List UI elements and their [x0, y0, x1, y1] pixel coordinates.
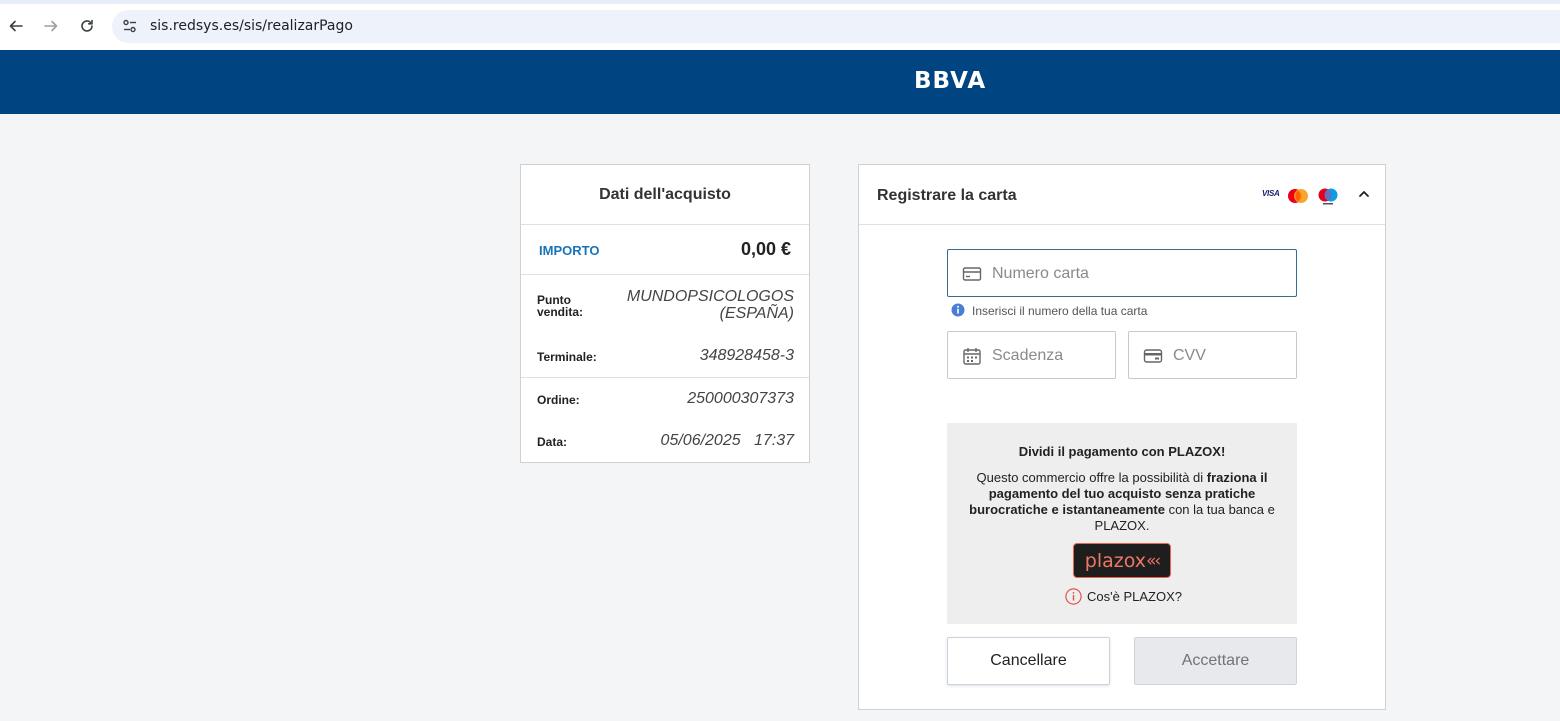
plazox-chevrons-icon: «‹ — [1146, 550, 1161, 571]
plazox-logo-text: plazox — [1084, 549, 1147, 572]
expiry-field[interactable] — [947, 331, 1116, 379]
card-number-field[interactable] — [947, 249, 1297, 297]
info-icon — [951, 303, 965, 317]
card-number-hint: Inserisci il numero della tua carta — [972, 304, 1148, 318]
order-value: 250000307373 — [687, 390, 794, 407]
purchase-title: Dati dell'acquisto — [521, 165, 809, 225]
calendar-icon — [963, 348, 981, 365]
forward-arrow-icon[interactable] — [40, 15, 62, 37]
amount-label: IMPORTO — [539, 243, 600, 258]
bank-header: BBVA — [0, 50, 1560, 114]
address-bar[interactable]: sis.redsys.es/sis/realizarPago — [112, 10, 1560, 43]
bbva-logo: BBVA — [914, 68, 987, 94]
visa-icon: VISA — [1262, 189, 1280, 198]
plazox-promo: Dividi il pagamento con PLAZOX! Questo c… — [947, 423, 1297, 624]
date-value: 05/06/2025 17:37 — [660, 432, 794, 449]
date-label: Data: — [537, 435, 568, 449]
accept-button[interactable]: Accettare — [1134, 637, 1297, 685]
mastercard-icon — [1288, 189, 1308, 203]
amount-value: 0,00 € — [740, 239, 791, 259]
terminal-value: 348928458-3 — [699, 347, 794, 364]
card-cvv-icon — [1143, 349, 1163, 363]
amount-row: IMPORTO 0,00 € — [521, 225, 809, 275]
card-panel-title: Registrare la carta — [877, 187, 1017, 204]
plazox-logo[interactable]: plazox «‹ — [1073, 543, 1171, 578]
tab-strip-edge — [0, 0, 1560, 4]
chevron-up-icon[interactable] — [1357, 187, 1371, 201]
cvv-input[interactable] — [1173, 345, 1288, 367]
cvv-field[interactable] — [1128, 331, 1297, 379]
plazox-description: Questo commercio offre la possibilità di… — [967, 470, 1277, 534]
row-divider — [521, 377, 809, 378]
info-outline-icon — [1065, 588, 1082, 605]
what-is-plazox-link[interactable]: Cos'è PLAZOX? — [1087, 589, 1182, 604]
plazox-desc-text: Questo commercio offre la possibilità di — [976, 470, 1207, 485]
card-panel-header[interactable]: Registrare la carta VISA — [859, 165, 1385, 225]
purchase-summary-card: Dati dell'acquisto IMPORTO 0,00 € Punto … — [520, 164, 810, 463]
card-number-input[interactable] — [992, 263, 1282, 285]
expiry-input[interactable] — [992, 345, 1107, 367]
merchant-label: Punto vendita: — [537, 293, 584, 319]
plazox-title: Dividi il pagamento con PLAZOX! — [1018, 444, 1226, 459]
url-text[interactable]: sis.redsys.es/sis/realizarPago — [150, 18, 353, 34]
reload-icon[interactable] — [76, 15, 98, 37]
merchant-value: MUNDOPSICOLOGOS (ESPAÑA) — [626, 288, 794, 322]
credit-card-icon — [962, 267, 982, 281]
cancel-button[interactable]: Cancellare — [947, 637, 1110, 685]
site-info-icon[interactable] — [122, 18, 138, 34]
browser-chrome: sis.redsys.es/sis/realizarPago — [0, 0, 1560, 50]
order-label: Ordine: — [537, 393, 580, 407]
maestro-icon — [1318, 188, 1338, 205]
terminal-label: Terminale: — [537, 350, 597, 364]
back-arrow-icon[interactable] — [5, 15, 27, 37]
